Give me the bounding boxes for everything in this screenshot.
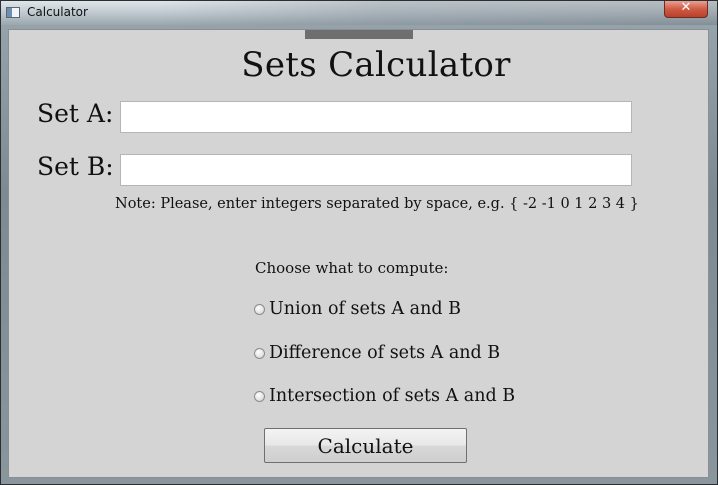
set-a-input[interactable]	[120, 101, 632, 133]
intersection-radio-button[interactable]	[254, 390, 265, 402]
intersection-option-label: Intersection of sets A and B	[269, 386, 516, 406]
page-title: Sets Calculator	[241, 45, 511, 85]
option-union[interactable]: Union of sets A and B	[254, 298, 461, 320]
set-a-label: Set A:	[37, 99, 114, 128]
title-bar[interactable]: Calculator	[1, 1, 717, 25]
set-b-input[interactable]	[120, 154, 632, 186]
calculate-button[interactable]: Calculate	[264, 428, 467, 463]
operation-prompt: Choose what to compute:	[255, 259, 449, 277]
close-icon: ✕	[680, 0, 692, 15]
calculator-panel: Sets Calculator Set A: Set B: Note: Plea…	[8, 29, 709, 478]
input-format-note: Note: Please, enter integers separated b…	[115, 196, 639, 212]
union-option-label: Union of sets A and B	[269, 299, 462, 319]
window-title: Calculator	[27, 5, 88, 19]
union-radio-button[interactable]	[254, 303, 265, 315]
option-intersection[interactable]: Intersection of sets A and B	[254, 385, 515, 407]
difference-option-label: Difference of sets A and B	[269, 343, 501, 363]
drag-handle	[305, 30, 413, 39]
set-b-label: Set B:	[37, 152, 114, 181]
close-button[interactable]: ✕	[664, 0, 708, 18]
difference-radio-button[interactable]	[254, 347, 265, 359]
calculator-window: Calculator ✕ Sets Calculator Set A: Set …	[0, 0, 718, 485]
app-window-icon	[6, 7, 20, 18]
option-difference[interactable]: Difference of sets A and B	[254, 342, 500, 364]
